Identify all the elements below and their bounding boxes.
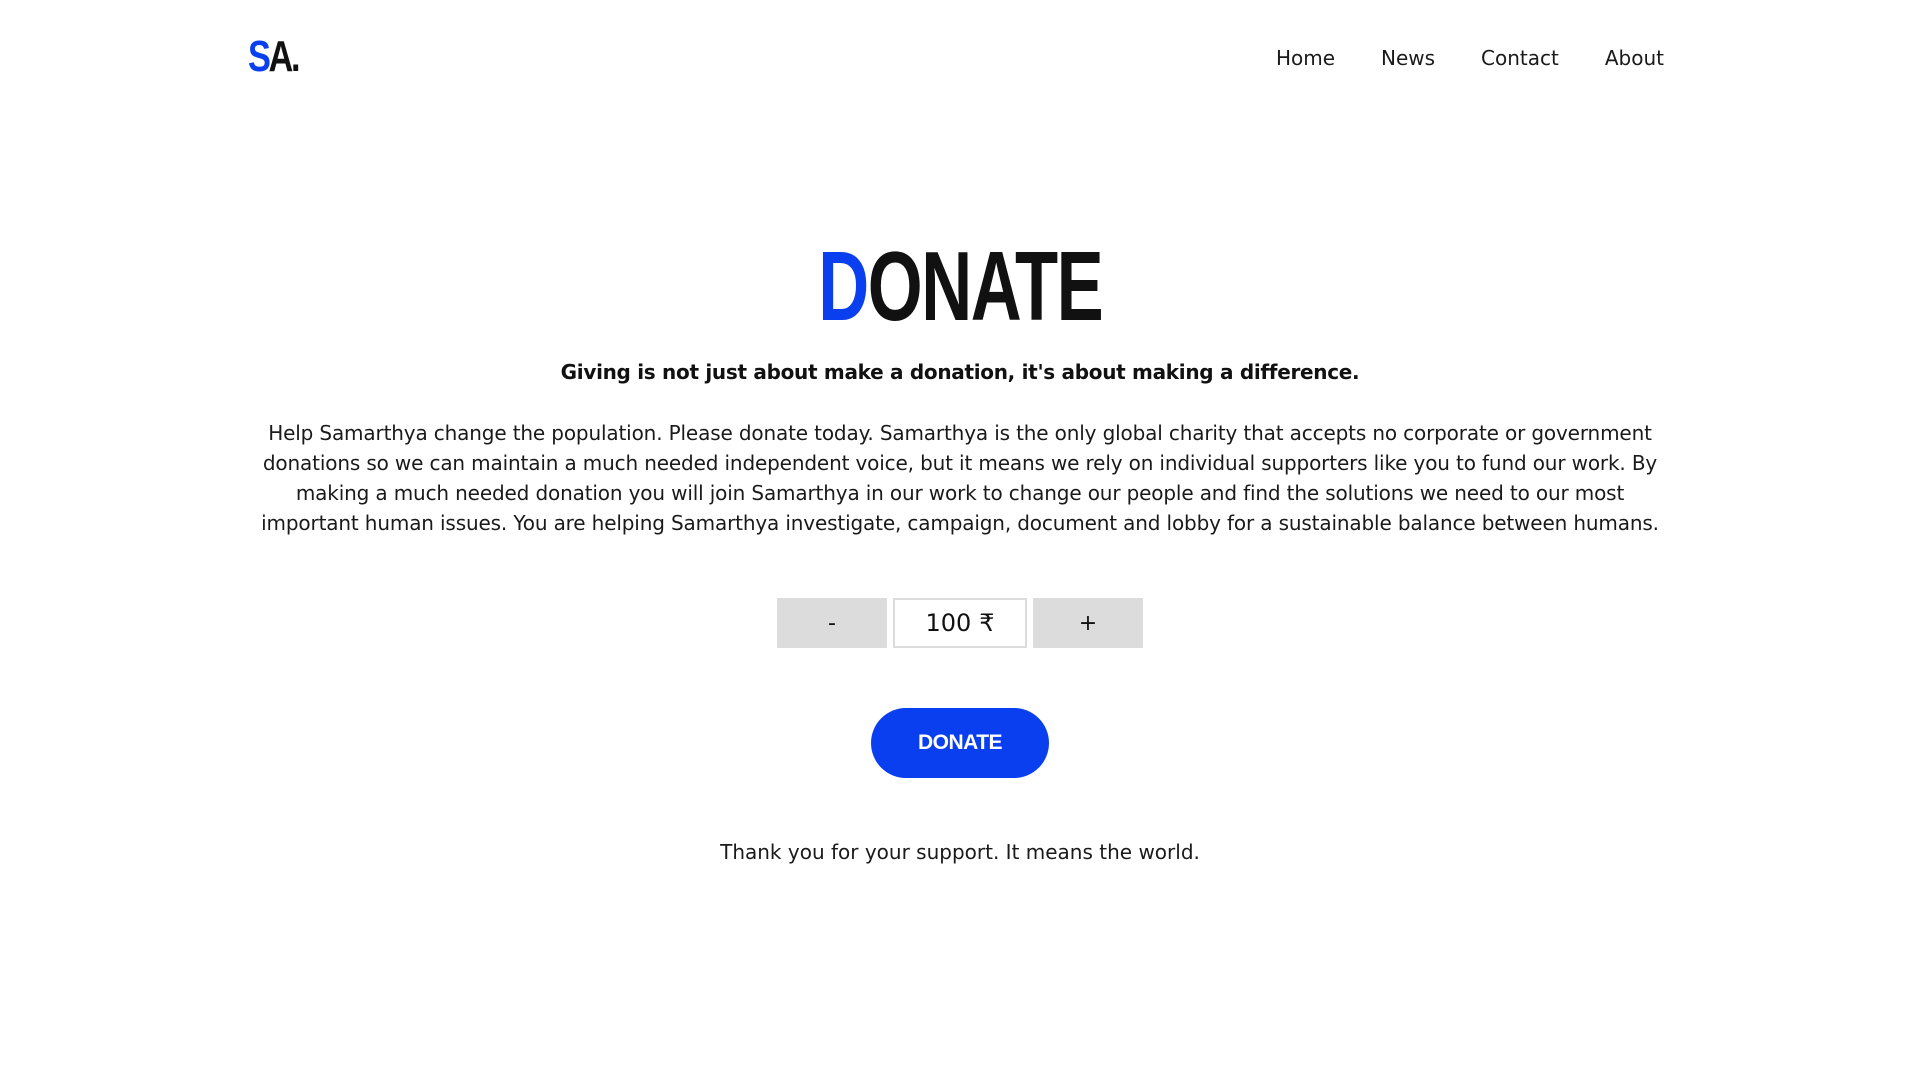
donation-description: Help Samarthya change the population. Pl… xyxy=(261,421,1659,535)
page-subtitle: Giving is not just about make a donation… xyxy=(560,360,1360,384)
main-nav: Home News Contact About xyxy=(1276,44,1664,72)
nav-home-link[interactable]: Home xyxy=(1276,44,1335,72)
donation-amount-stepper: - 100 ₹ + xyxy=(0,598,1920,648)
nav-news-link[interactable]: News xyxy=(1381,44,1435,72)
title-rest: ONATE xyxy=(867,231,1103,341)
logo-accent-letter: S xyxy=(248,32,271,81)
decrease-amount-button[interactable]: - xyxy=(777,598,887,648)
site-logo[interactable]: SA. xyxy=(248,32,301,82)
nav-contact-link[interactable]: Contact xyxy=(1481,44,1559,72)
donate-button[interactable]: DONATE xyxy=(871,708,1049,778)
logo-rest: A. xyxy=(268,32,301,81)
nav-about-link[interactable]: About xyxy=(1605,44,1664,72)
rupee-currency-icon: ₹ xyxy=(979,609,995,637)
increase-amount-button[interactable]: + xyxy=(1033,598,1143,648)
thank-you-note: Thank you for your support. It means the… xyxy=(720,840,1200,864)
title-accent-letter: D xyxy=(817,231,869,341)
page-title: DONATE xyxy=(0,236,1920,336)
amount-value: 100 xyxy=(925,609,972,637)
amount-field[interactable]: 100 ₹ xyxy=(893,598,1027,648)
page: SA. Home News Contact About DONATE Givin… xyxy=(0,0,1920,1080)
